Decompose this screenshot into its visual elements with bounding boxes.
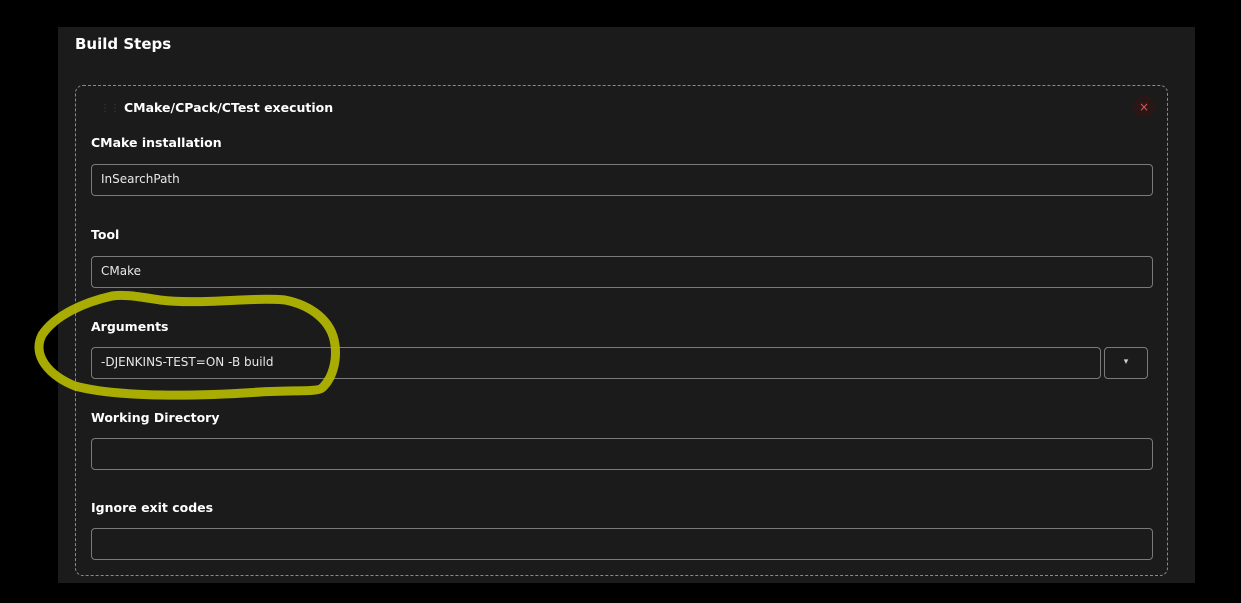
ignore-exit-codes-label: Ignore exit codes [91, 500, 214, 515]
section-title: Build Steps [75, 35, 172, 53]
build-steps-panel: Build Steps ⋮⋮ CMake/CPack/CTest executi… [58, 27, 1195, 583]
build-step-card: ⋮⋮ CMake/CPack/CTest execution × CMake i… [75, 85, 1168, 576]
working-directory-input[interactable] [91, 438, 1153, 470]
step-title: CMake/CPack/CTest execution [124, 100, 334, 115]
cmake-installation-input[interactable]: InSearchPath [91, 164, 1153, 196]
tool-label: Tool [91, 227, 120, 242]
arguments-label: Arguments [91, 319, 169, 334]
drag-handle-icon[interactable]: ⋮⋮ [100, 103, 120, 114]
arguments-dropdown-button[interactable]: ▾ [1104, 347, 1148, 379]
close-step-button[interactable]: × [1133, 96, 1155, 118]
arguments-input[interactable]: -DJENKINS-TEST=ON -B build [91, 347, 1101, 379]
tool-input[interactable]: CMake [91, 256, 1153, 288]
cmake-installation-label: CMake installation [91, 135, 222, 150]
ignore-exit-codes-input[interactable] [91, 528, 1153, 560]
working-directory-label: Working Directory [91, 410, 220, 425]
